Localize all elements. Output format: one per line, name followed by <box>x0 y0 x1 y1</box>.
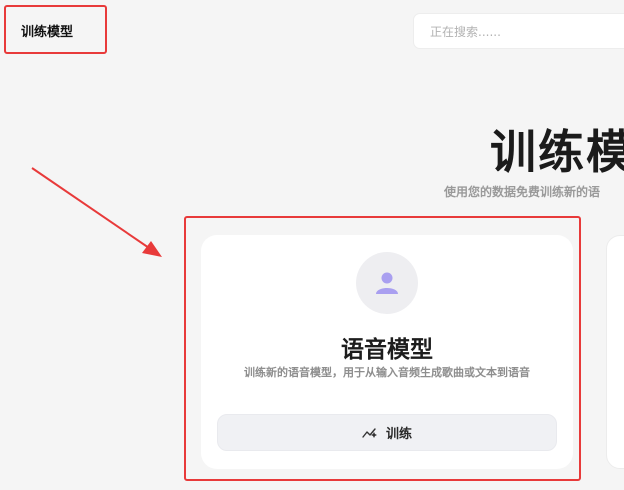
search-input[interactable] <box>430 22 610 42</box>
card-title: 语音模型 <box>341 337 433 363</box>
train-button[interactable]: 训练 <box>217 414 557 451</box>
sparkle-icon <box>362 427 377 438</box>
person-icon <box>376 272 398 294</box>
hero-title: 训练模 <box>490 125 624 179</box>
page: 训练模型 训练模 使用您的数据免费训练新的语 语音模型 训练新的语音模型，用于从… <box>0 0 624 490</box>
search-box[interactable] <box>413 13 624 49</box>
next-model-card[interactable] <box>606 235 624 469</box>
voice-model-card[interactable]: 语音模型 训练新的语音模型，用于从输入音频生成歌曲或文本到语音 训练 <box>201 235 573 469</box>
train-button-label: 训练 <box>385 427 412 442</box>
card-description: 训练新的语音模型，用于从输入音频生成歌曲或文本到语音 <box>244 366 530 379</box>
hero-subtitle: 使用您的数据免费训练新的语 <box>444 185 601 199</box>
page-title: 训练模型 <box>21 25 74 40</box>
avatar <box>356 252 418 314</box>
